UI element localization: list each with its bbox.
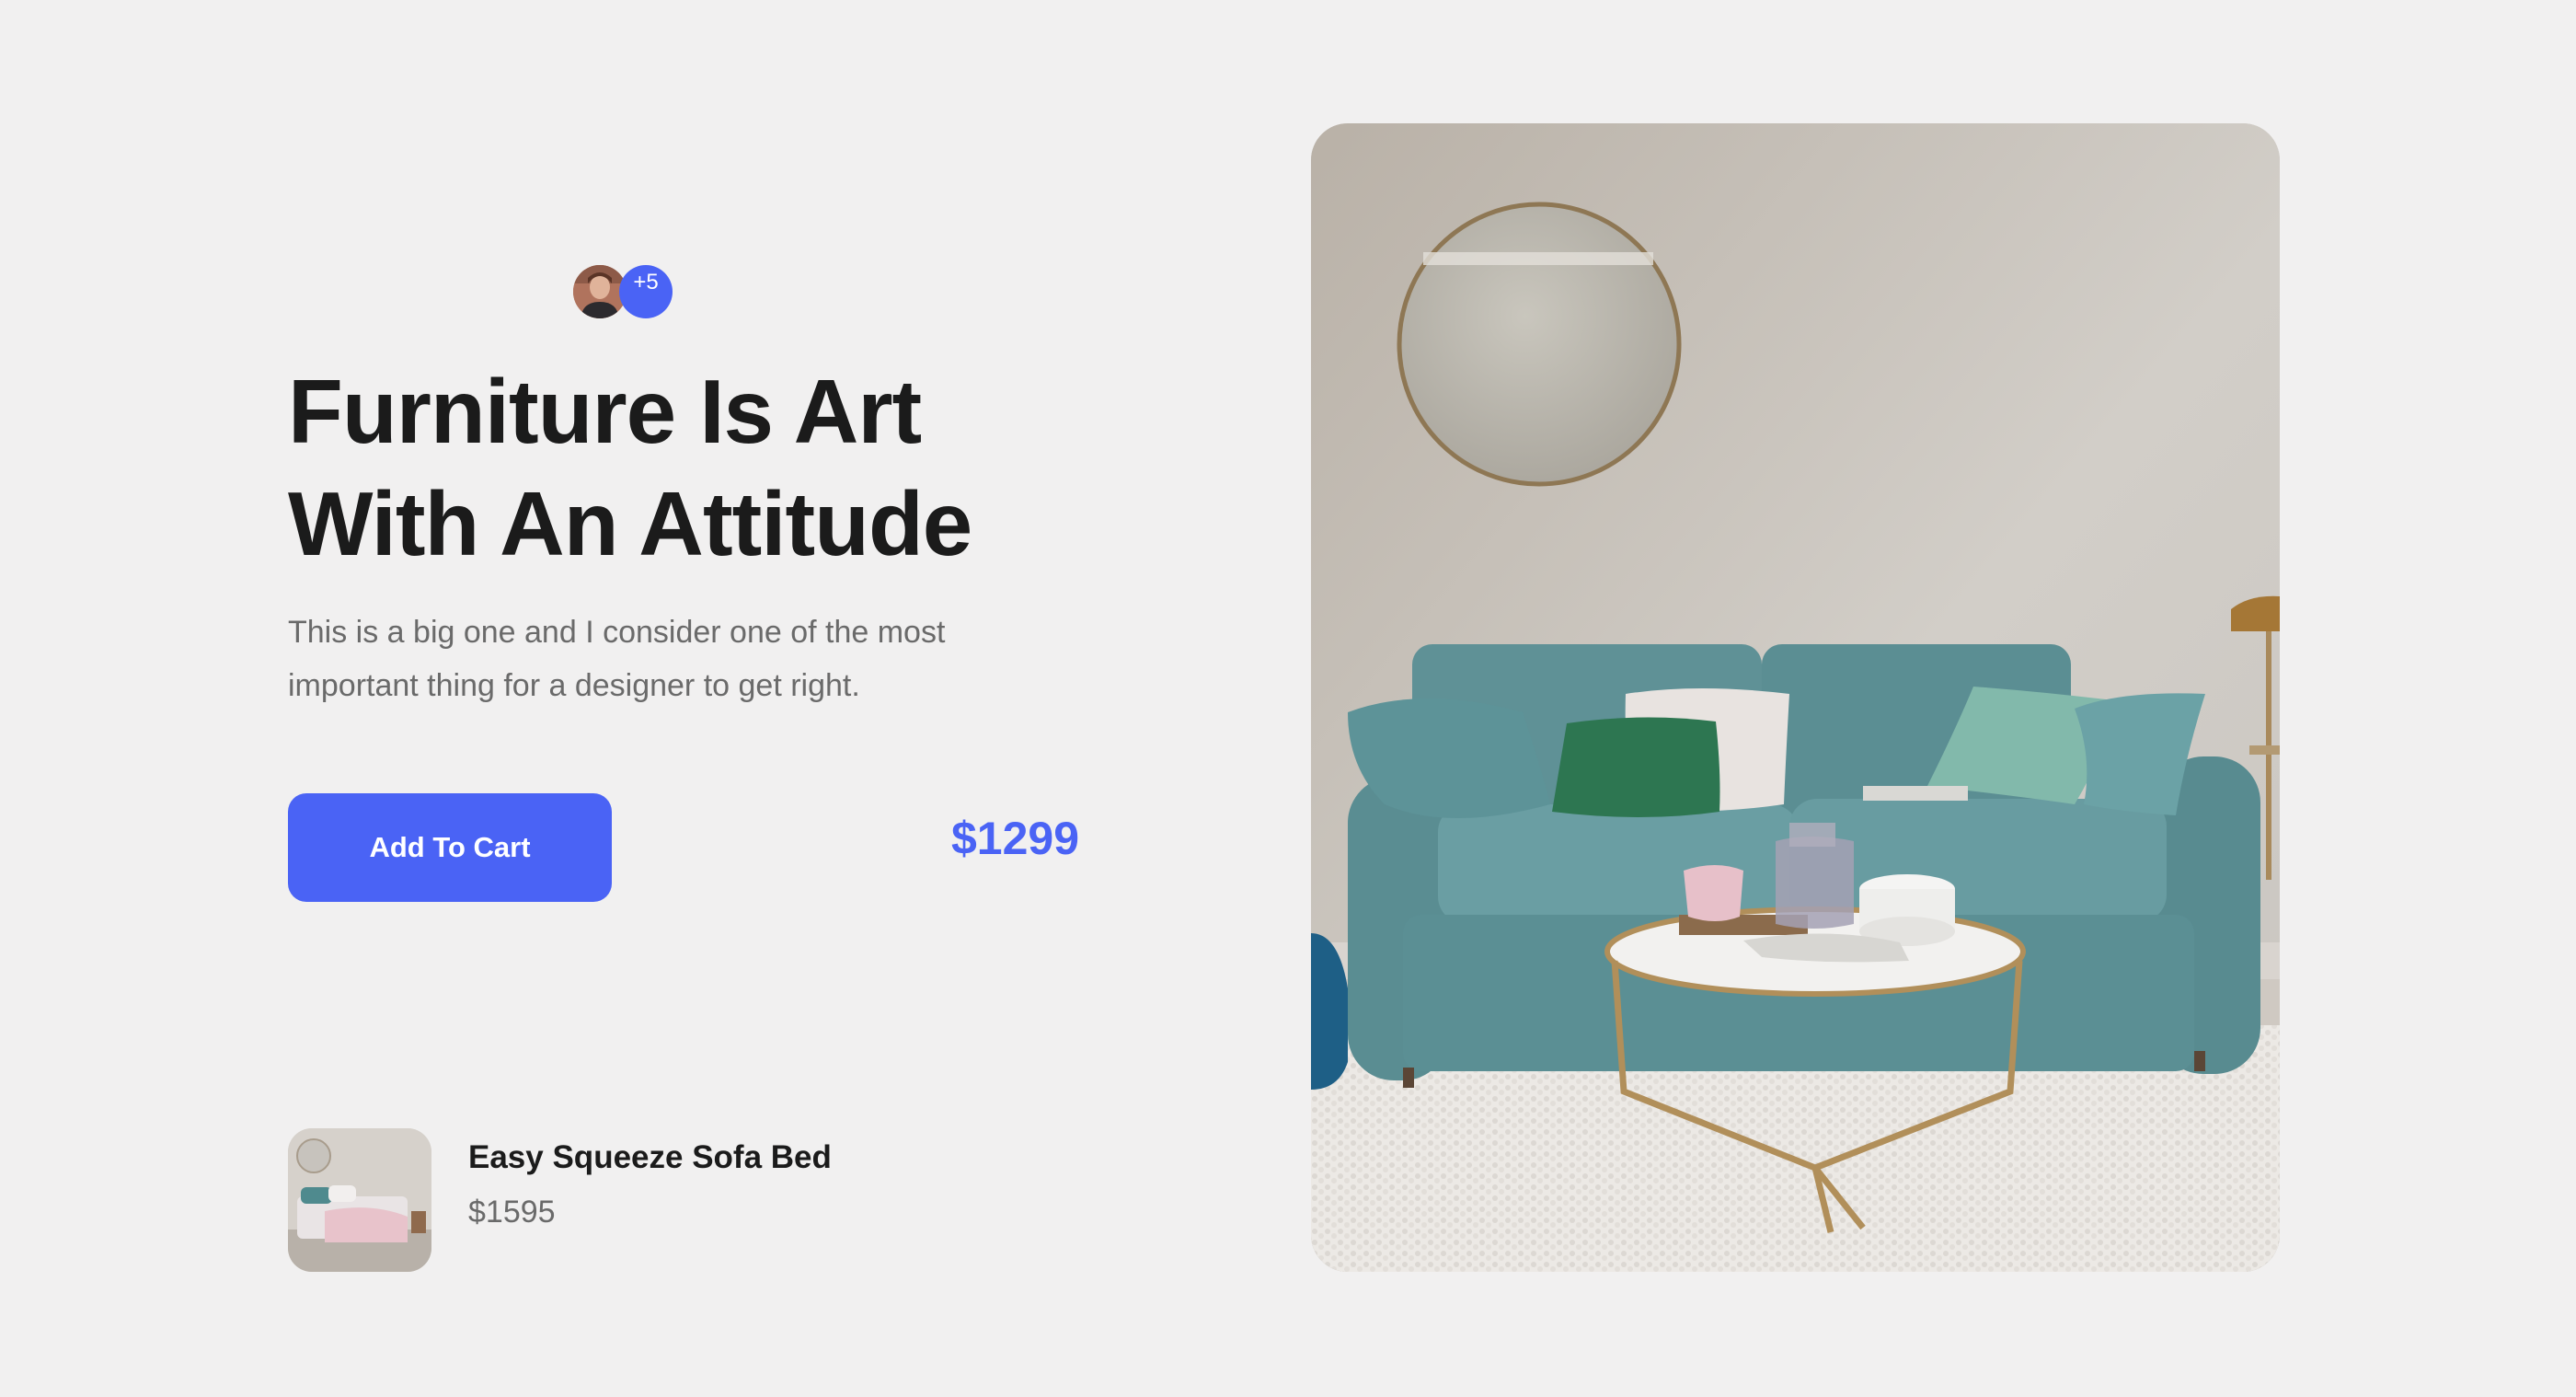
product-hero-page: +5 Furniture Is Art With An Attitude Thi… — [0, 0, 2576, 1397]
product-card-price: $1595 — [468, 1195, 556, 1230]
headline-line-1: Furniture Is Art — [288, 361, 922, 462]
featured-product-card[interactable]: Easy Squeeze Sofa Bed $1595 — [288, 1128, 932, 1272]
description-line-1: This is a big one and I consider one of … — [288, 615, 946, 650]
bed-image-icon — [288, 1128, 431, 1272]
page-title: Furniture Is Art With An Attitude — [288, 355, 1116, 580]
headline-line-2: With An Attitude — [288, 473, 972, 574]
avatar-group[interactable]: +5 — [573, 265, 674, 320]
product-name[interactable]: Easy Squeeze Sofa Bed — [468, 1139, 832, 1176]
hero-product-image — [1311, 123, 2280, 1272]
product-thumbnail[interactable] — [288, 1128, 431, 1272]
hero-description: This is a big one and I consider one of … — [288, 606, 1098, 712]
description-line-2: important thing for a designer to get ri… — [288, 668, 860, 703]
product-price: $1299 — [951, 813, 1080, 864]
sofa-image-icon — [1311, 123, 2280, 1272]
add-to-cart-button[interactable]: Add To Cart — [288, 793, 612, 902]
avatar-more-count[interactable]: +5 — [619, 265, 673, 318]
